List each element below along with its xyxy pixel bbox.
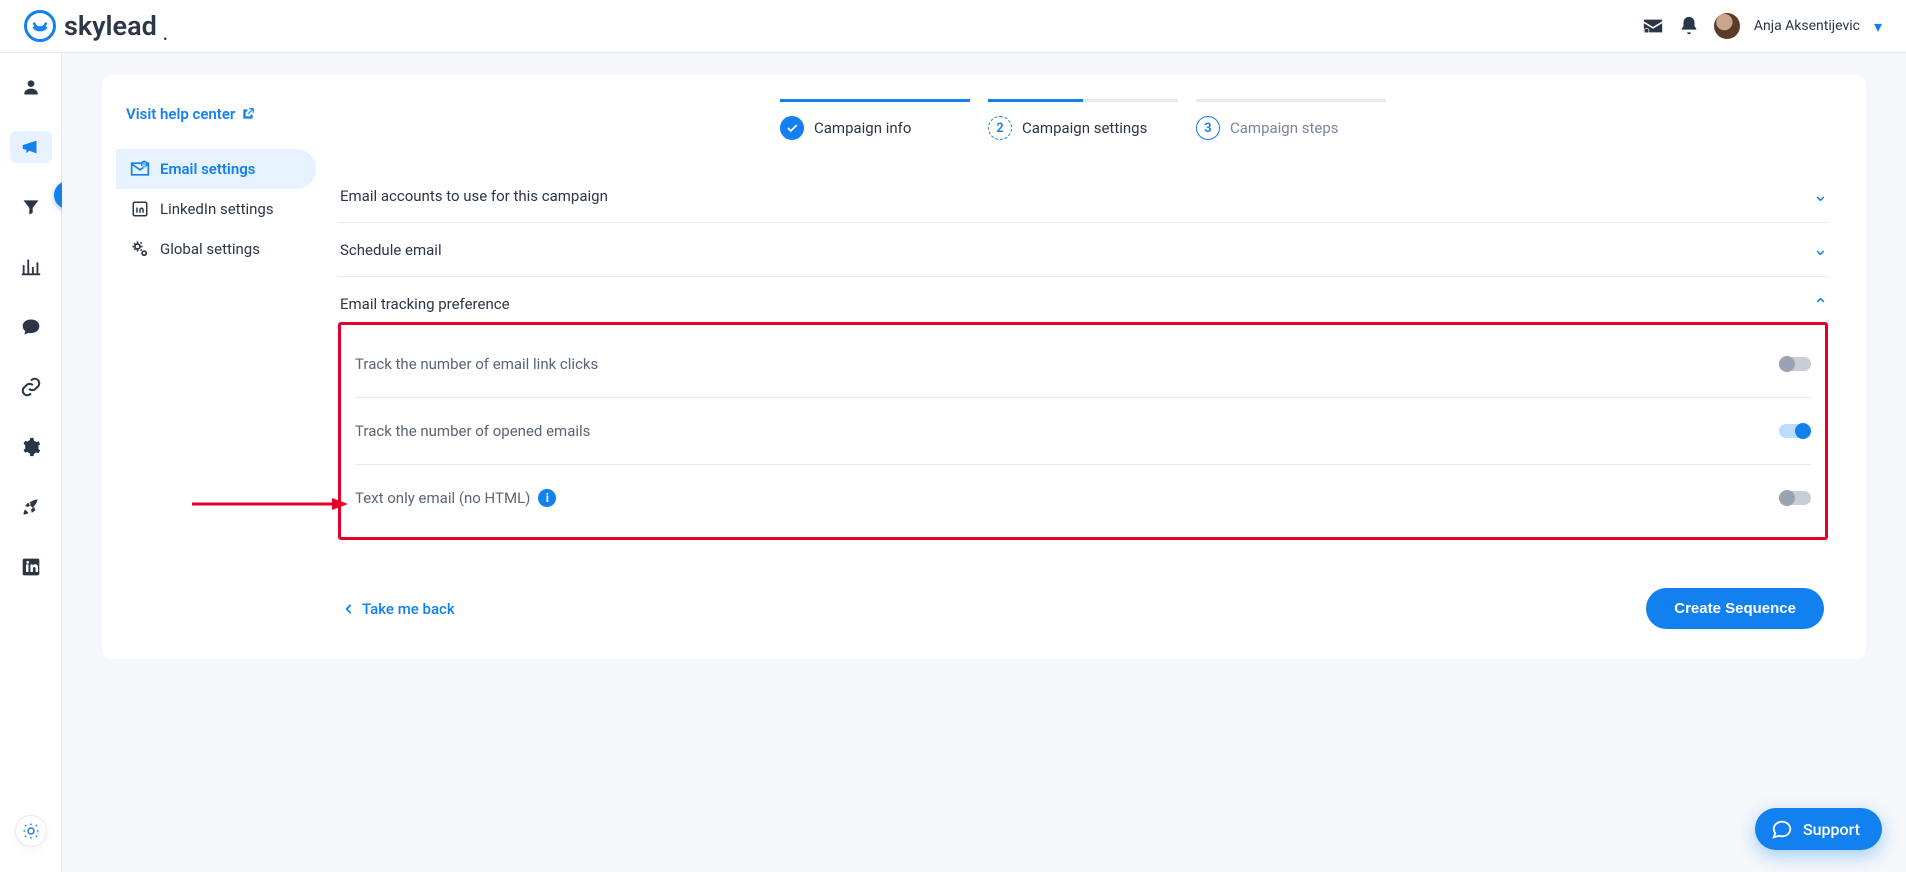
back-label: Take me back (362, 600, 455, 618)
create-sequence-button[interactable]: Create Sequence (1646, 588, 1824, 629)
nav-filter-icon[interactable] (10, 191, 52, 223)
step-number: 3 (1196, 116, 1220, 140)
group-toggle[interactable]: Email accounts to use for this campaign … (338, 169, 1828, 222)
toggle-text-only-email[interactable] (1779, 491, 1811, 505)
help-center-link[interactable]: Visit help center (126, 105, 316, 123)
gears-icon (130, 239, 150, 259)
nav-campaigns-icon[interactable] (10, 131, 52, 163)
option-label: Track the number of email link clicks (355, 355, 598, 373)
chevron-left-icon (342, 602, 356, 616)
settings-sidecol: Visit help center @ Email settings Linke… (116, 99, 316, 629)
group-schedule-email: Schedule email ⌄ (338, 222, 1828, 276)
workspace: Visit help center @ Email settings Linke… (62, 53, 1906, 872)
chevron-down-icon: ⌄ (1813, 185, 1828, 206)
tracking-highlight-box: Track the number of email link clicks Tr… (338, 322, 1828, 540)
nav-settings-icon[interactable] (10, 431, 52, 463)
step-campaign-info[interactable]: Campaign info (780, 99, 970, 140)
group-title: Schedule email (340, 241, 442, 259)
check-icon (780, 116, 804, 140)
sidenav-linkedin-settings[interactable]: LinkedIn settings (116, 189, 316, 229)
help-center-label: Visit help center (126, 105, 235, 123)
info-icon[interactable]: i (538, 489, 556, 507)
nav-analytics-icon[interactable] (10, 251, 52, 283)
option-track-opened-emails: Track the number of opened emails (355, 398, 1811, 465)
sidenav-global-settings[interactable]: Global settings (116, 229, 316, 269)
messages-icon[interactable] (1642, 15, 1664, 37)
option-track-link-clicks: Track the number of email link clicks (355, 331, 1811, 398)
user-avatar[interactable] (1714, 13, 1740, 39)
group-toggle[interactable]: Schedule email ⌄ (338, 223, 1828, 276)
user-name[interactable]: Anja Aksentijevic (1754, 18, 1860, 34)
group-email-tracking: Email tracking preference ⌄ Track the nu… (338, 276, 1828, 540)
chat-bubble-icon (1771, 818, 1793, 840)
external-link-icon (241, 107, 255, 121)
caret-down-icon[interactable]: ▾ (1874, 17, 1882, 36)
logo-mark-icon (24, 10, 56, 42)
step-number: 2 (988, 116, 1012, 140)
brand-name: skylead (64, 10, 157, 42)
sidenav-label: Global settings (160, 240, 260, 258)
brand-logo[interactable]: skylead. (24, 10, 168, 42)
campaign-stepper: Campaign info 2 Campaign settings 3 (780, 99, 1386, 140)
step-label: Campaign info (814, 119, 911, 137)
svg-text:@: @ (142, 163, 147, 169)
group-title: Email accounts to use for this campaign (340, 187, 608, 205)
step-campaign-steps[interactable]: 3 Campaign steps (1196, 99, 1386, 140)
sidenav-label: Email settings (160, 160, 255, 178)
option-label: Track the number of opened emails (355, 422, 590, 440)
rail-nav (0, 53, 62, 872)
support-button[interactable]: Support (1755, 808, 1882, 850)
step-label: Campaign steps (1230, 119, 1339, 137)
mail-at-icon: @ (130, 159, 150, 179)
theme-toggle-icon[interactable] (16, 816, 46, 846)
brand-dot: . (163, 24, 168, 45)
nav-contacts-icon[interactable] (10, 71, 52, 103)
support-label: Support (1803, 820, 1860, 839)
step-campaign-settings[interactable]: 2 Campaign settings (988, 99, 1178, 140)
linkedin-box-icon (130, 199, 150, 219)
chevron-down-icon: ⌄ (1813, 239, 1828, 260)
chevron-down-icon: ⌄ (1813, 293, 1828, 314)
settings-main: Campaign info 2 Campaign settings 3 (338, 99, 1828, 629)
nav-rocket-icon[interactable] (10, 491, 52, 523)
group-title: Email tracking preference (340, 295, 510, 313)
sidenav-label: LinkedIn settings (160, 200, 274, 218)
group-email-accounts: Email accounts to use for this campaign … (338, 168, 1828, 222)
option-text-only-email: Text only email (no HTML) i (355, 465, 1811, 531)
take-me-back-link[interactable]: Take me back (342, 600, 455, 618)
toggle-track-opened-emails[interactable] (1779, 424, 1811, 438)
nav-chat-icon[interactable] (10, 311, 52, 343)
header-actions: Anja Aksentijevic ▾ (1642, 13, 1882, 39)
card-footer: Take me back Create Sequence (338, 588, 1828, 629)
option-label: Text only email (no HTML) (355, 489, 530, 507)
bell-icon[interactable] (1678, 15, 1700, 37)
nav-linkedin-icon[interactable] (10, 551, 52, 583)
step-label: Campaign settings (1022, 119, 1147, 137)
app-header: skylead. Anja Aksentijevic ▾ (0, 0, 1906, 53)
nav-links-icon[interactable] (10, 371, 52, 403)
settings-card: Visit help center @ Email settings Linke… (102, 75, 1866, 659)
toggle-track-link-clicks[interactable] (1779, 357, 1811, 371)
sidenav-email-settings[interactable]: @ Email settings (116, 149, 316, 189)
